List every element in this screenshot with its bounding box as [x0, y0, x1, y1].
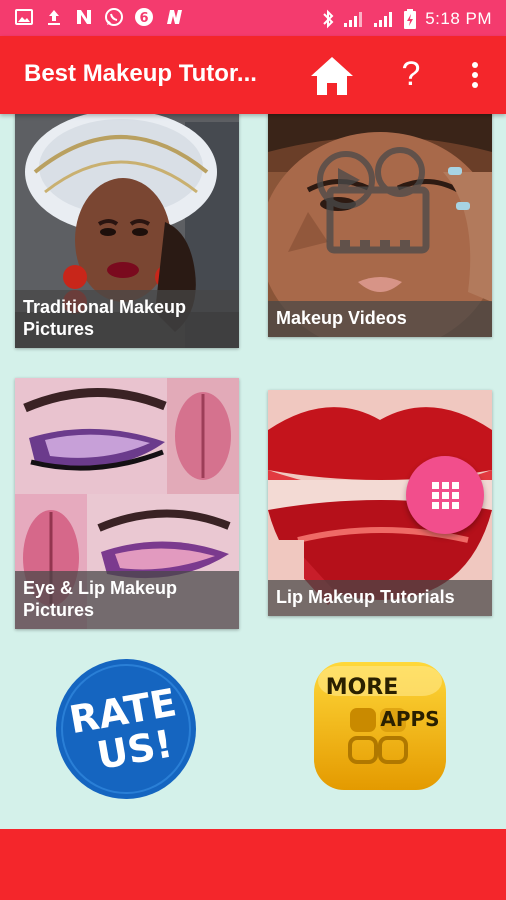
tile-label: Eye & Lip Makeup Pictures — [15, 571, 239, 629]
home-button[interactable] — [308, 54, 356, 98]
help-icon: ? — [401, 55, 421, 93]
battery-icon — [404, 9, 417, 29]
help-button[interactable]: ? — [396, 52, 426, 96]
tile-makeup-videos[interactable]: Makeup Videos — [268, 112, 492, 337]
more-apps-button[interactable]: MORE APPS — [312, 660, 448, 792]
home-icon — [311, 57, 353, 95]
svg-text:6: 6 — [139, 11, 148, 26]
apps-grid-icon — [431, 481, 459, 509]
tile-label: Traditional Makeup Pictures — [15, 290, 239, 348]
notification-icons: 6 — [14, 7, 184, 27]
n-icon — [74, 7, 94, 27]
overflow-menu-button[interactable] — [466, 58, 484, 92]
tile-traditional-makeup[interactable]: Traditional Makeup Pictures — [15, 112, 239, 348]
more-apps-line2: APPS — [380, 707, 439, 731]
rate-us-button[interactable]: RATE US! — [55, 658, 197, 800]
tile-eye-lip-makeup[interactable]: Eye & Lip Makeup Pictures — [15, 378, 239, 629]
rate-us-badge: RATE US! — [56, 659, 196, 799]
apps-fab-button[interactable] — [406, 456, 484, 534]
tile-label: Lip Makeup Tutorials — [268, 580, 492, 616]
signal-icon — [374, 12, 393, 27]
signal-icon — [344, 12, 363, 27]
whatsapp-icon — [104, 7, 124, 27]
bluetooth-icon — [323, 9, 334, 29]
app-title: Best Makeup Tutor... — [24, 60, 257, 87]
tile-label: Makeup Videos — [268, 301, 492, 337]
system-icons: 5:18 PM — [321, 8, 492, 30]
more-apps-badge: MORE APPS — [314, 662, 446, 790]
more-vert-icon — [472, 62, 478, 68]
clock: 5:18 PM — [425, 9, 492, 28]
image-icon — [14, 7, 34, 27]
status-bar: 6 5:18 PM — [0, 0, 506, 36]
upload-icon — [44, 7, 64, 27]
six-icon: 6 — [134, 7, 154, 27]
n-bold-icon — [164, 7, 184, 27]
more-apps-line1: MORE — [326, 675, 399, 700]
bottom-banner — [0, 829, 506, 900]
app-bar: Best Makeup Tutor... ? — [0, 36, 506, 114]
